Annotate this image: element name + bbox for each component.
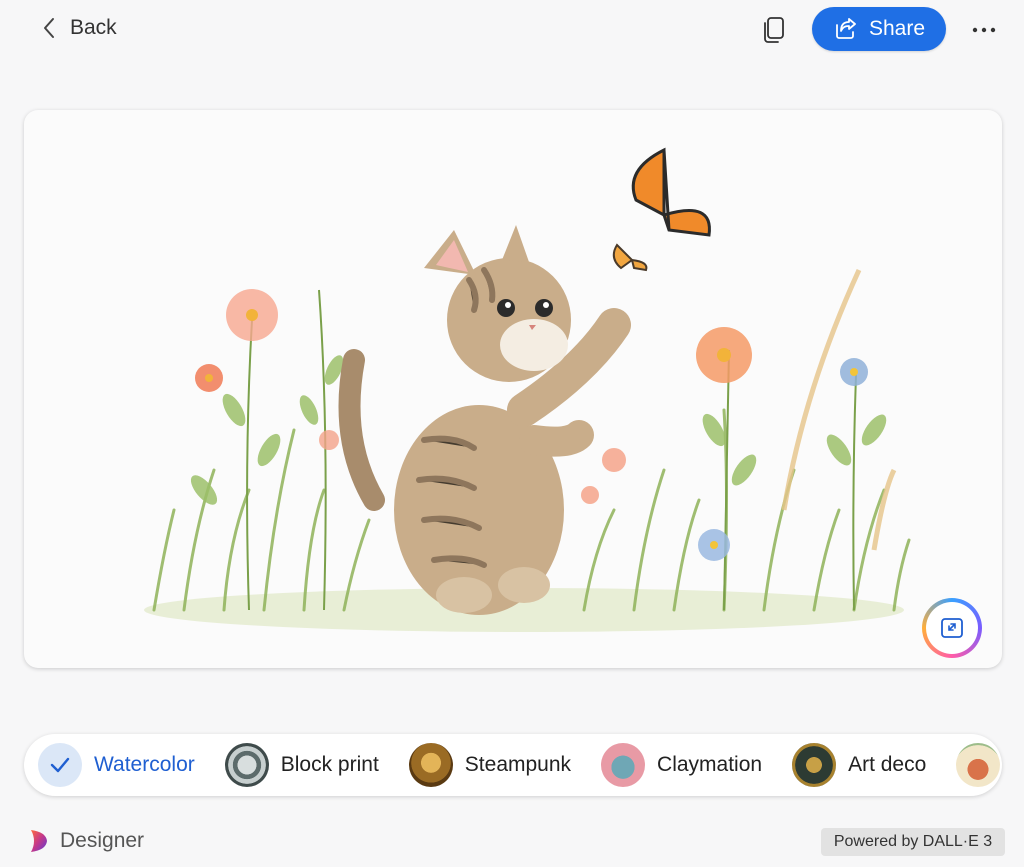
expand-button[interactable] <box>922 598 982 658</box>
style-chip-steampunk[interactable]: Steampunk <box>408 742 585 788</box>
generated-image[interactable] <box>24 110 1002 668</box>
more-options-button[interactable] <box>966 16 1002 44</box>
style-label: Art deco <box>848 753 927 776</box>
style-label: Steampunk <box>464 753 572 776</box>
back-button[interactable]: Back <box>42 16 117 40</box>
watercolor-kitten-illustration <box>144 147 911 632</box>
style-selector-track: Watercolor Block print Steampunk Claymat… <box>38 742 1002 788</box>
back-label: Back <box>70 16 117 39</box>
share-button[interactable]: Share <box>812 7 946 51</box>
claymation-thumbnail <box>601 743 646 787</box>
style-selector-bar: Watercolor Block print Steampunk Claymat… <box>24 734 1002 796</box>
more-horizontal-icon <box>972 27 996 33</box>
checkmark-icon <box>50 757 70 773</box>
style-chip-block-print[interactable]: Block print <box>224 742 393 788</box>
next-style-thumbnail <box>956 743 1001 787</box>
style-label: Claymation <box>657 753 763 776</box>
watercolor-thumbnail <box>38 743 82 787</box>
chevron-left-icon <box>44 18 54 38</box>
style-label: Block print <box>280 753 379 776</box>
designer-brand: Designer <box>28 828 144 854</box>
style-chip-claymation[interactable]: Claymation <box>601 742 776 788</box>
share-icon <box>836 18 856 39</box>
copy-icon <box>764 17 784 43</box>
steampunk-thumbnail <box>408 743 453 787</box>
style-chip-watercolor[interactable]: Watercolor <box>38 742 209 788</box>
style-chip-art-deco[interactable]: Art deco <box>792 742 940 788</box>
art-deco-thumbnail <box>792 743 837 787</box>
block-print-thumbnail <box>224 743 269 787</box>
powered-by-badge: Powered by DALL·E 3 <box>821 828 1005 856</box>
designer-label: Designer <box>60 829 145 852</box>
expand-icon <box>941 618 963 638</box>
style-label: Watercolor <box>94 753 195 776</box>
designer-logo <box>31 830 47 852</box>
top-bar: Back Share <box>0 0 1024 60</box>
share-label: Share <box>868 17 926 40</box>
expand-button-inner <box>926 602 978 654</box>
copy-button[interactable] <box>758 14 790 46</box>
style-chip-partial[interactable] <box>956 742 1002 788</box>
